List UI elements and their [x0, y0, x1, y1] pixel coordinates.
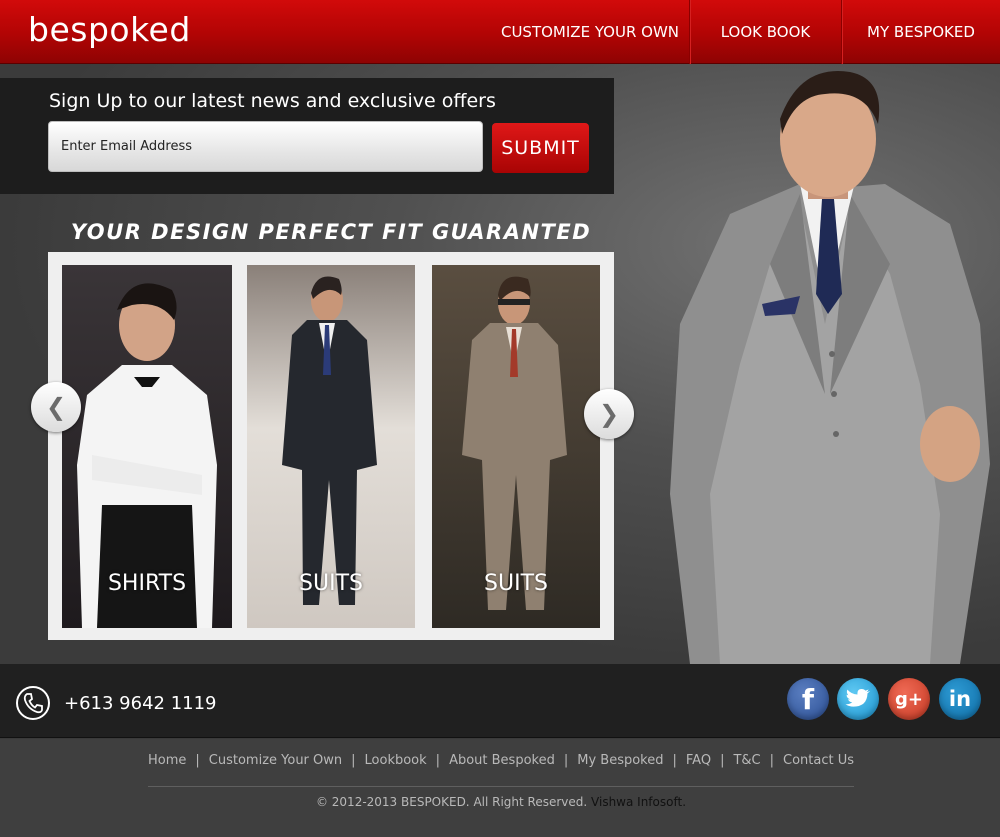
- carousel-card-shirts[interactable]: SHIRTS: [62, 265, 232, 628]
- phone-number: +613 9642 1119: [64, 693, 217, 714]
- main-nav: CUSTOMIZE YOUR OWN LOOK BOOK MY BESPOKED: [459, 0, 1000, 64]
- footer-separator: |: [195, 753, 200, 768]
- phone-icon: [16, 686, 50, 720]
- signup-band-corner: [560, 78, 614, 124]
- nav-my-bespoked[interactable]: MY BESPOKED: [841, 0, 1000, 64]
- linkedin-icon[interactable]: in: [939, 678, 981, 720]
- footer-link-home[interactable]: Home: [148, 753, 186, 768]
- footer-links: Home | Customize Your Own | Lookbook | About B…: [148, 753, 854, 768]
- twitter-icon[interactable]: [837, 678, 879, 720]
- carousel-label-shirts: SHIRTS: [107, 571, 187, 596]
- footer-separator: |: [351, 753, 356, 768]
- signup-title: Sign Up to our latest news and exclusive…: [49, 90, 496, 112]
- footer-separator: |: [435, 753, 441, 768]
- credit-link[interactable]: Vishwa Infosoft.: [591, 795, 686, 809]
- hero-model-image: [670, 70, 990, 664]
- nav-customize-your-own[interactable]: CUSTOMIZE YOUR OWN: [459, 0, 689, 64]
- carousel-card-suits-2[interactable]: SUITS: [432, 265, 600, 628]
- site-logo[interactable]: bespoked: [28, 10, 191, 49]
- tagline: YOUR DESIGN PERFECT FIT GUARANTED: [70, 220, 592, 244]
- footer-separator: |: [720, 753, 725, 768]
- submit-button[interactable]: SUBMIT: [492, 123, 589, 173]
- footer-separator: |: [563, 753, 569, 768]
- footer-link-contact-us[interactable]: Contact Us: [783, 753, 854, 768]
- category-carousel: SHIRTS SUITS SUITS: [48, 252, 614, 640]
- carousel-next-button[interactable]: ❯: [584, 389, 634, 439]
- footer-separator: |: [769, 753, 775, 768]
- carousel-label-suits-2: SUITS: [484, 571, 548, 596]
- footer-link-customize-your-own[interactable]: Customize Your Own: [209, 753, 342, 768]
- footer-divider: [148, 786, 854, 787]
- footer-link-lookbook[interactable]: Lookbook: [365, 753, 427, 768]
- footer-separator: |: [672, 753, 677, 768]
- footer-link-about-bespoked[interactable]: About Bespoked: [449, 753, 555, 768]
- copyright: © 2012-2013 BESPOKED. All Right Reserved…: [148, 795, 854, 809]
- facebook-icon[interactable]: f: [787, 678, 829, 720]
- footer-link-terms[interactable]: T&C: [733, 753, 760, 768]
- carousel-prev-button[interactable]: ❮: [31, 382, 81, 432]
- footer-link-my-bespoked[interactable]: My Bespoked: [577, 753, 663, 768]
- email-input[interactable]: [48, 121, 483, 172]
- nav-look-book[interactable]: LOOK BOOK: [689, 0, 841, 64]
- carousel-label-suits-1: SUITS: [299, 571, 363, 596]
- copyright-text: © 2012-2013 BESPOKED. All Right Reserved…: [315, 795, 588, 809]
- carousel-card-suits-1[interactable]: SUITS: [247, 265, 415, 628]
- google-plus-icon[interactable]: g+: [888, 678, 930, 720]
- site-header: bespoked CUSTOMIZE YOUR OWN LOOK BOOK MY…: [0, 0, 1000, 64]
- footer-link-faq[interactable]: FAQ: [686, 753, 711, 768]
